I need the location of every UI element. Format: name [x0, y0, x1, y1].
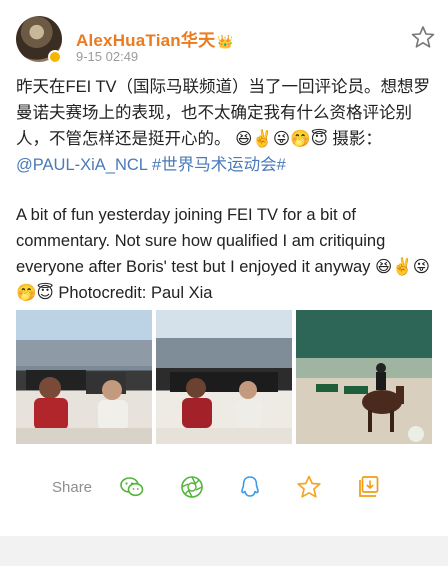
- hashtag-link[interactable]: #世界马术运动会#: [152, 156, 286, 174]
- vip-badge-icon: 👑: [217, 34, 234, 49]
- post-emoji-zh: 😆✌️😜🤭😇: [235, 130, 328, 148]
- favorite-icon[interactable]: [296, 474, 322, 500]
- post-photo-1[interactable]: [16, 310, 152, 444]
- favorite-star-icon[interactable]: [410, 24, 436, 50]
- username-text[interactable]: AlexHuaTian华天: [76, 31, 215, 50]
- photo-credit-label: 摄影：: [327, 130, 382, 148]
- wechat-icon[interactable]: [119, 474, 145, 500]
- qq-icon[interactable]: [237, 474, 263, 500]
- save-image-icon[interactable]: [356, 474, 382, 500]
- username[interactable]: AlexHuaTian华天 👑: [76, 26, 234, 51]
- post-text-en-body: A bit of fun yesterday joining FEI TV fo…: [16, 206, 386, 276]
- dressage-arena-photo: [296, 310, 432, 444]
- moments-icon[interactable]: [179, 474, 205, 500]
- post-photo-2[interactable]: [156, 310, 292, 444]
- verified-badge-icon: [48, 50, 62, 64]
- share-label: Share: [52, 479, 93, 496]
- post-photo-3[interactable]: [296, 310, 432, 444]
- timestamp: 9-15 02:49: [76, 49, 139, 64]
- post-text-chinese: 昨天在FEI TV（国际马联频道）当了一回评论员。想想罗曼诺夫赛场上的表现，也不…: [16, 74, 434, 178]
- photo-credit-en: Photocredit: Paul Xia: [53, 284, 213, 302]
- post-text-english: A bit of fun yesterday joining FEI TV fo…: [16, 202, 434, 306]
- commentary-booth-photo: [16, 310, 152, 444]
- weibo-post-card: AlexHuaTian华天 👑 9-15 02:49 昨天在FEI TV（国际马联…: [0, 0, 448, 536]
- commentary-booth-wide-photo: [156, 310, 292, 444]
- mention-link[interactable]: @PAUL-XiA_NCL: [16, 156, 147, 174]
- page-bottom-margin: [0, 536, 448, 566]
